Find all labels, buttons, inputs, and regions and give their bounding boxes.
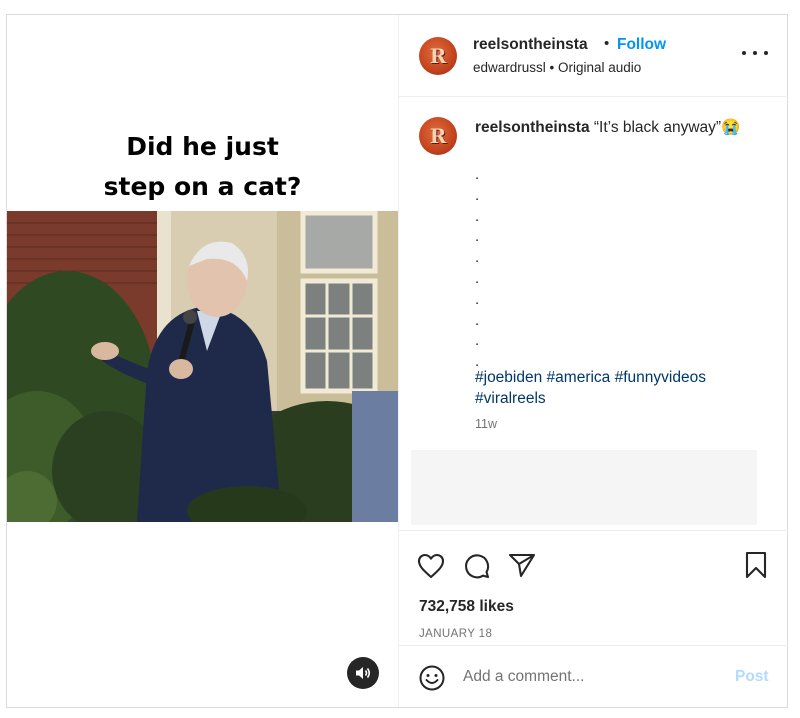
- caption-dot-line: .: [475, 311, 480, 329]
- post-date[interactable]: JANUARY 18: [419, 628, 492, 640]
- video-frame[interactable]: [7, 211, 398, 522]
- post-comment-button[interactable]: Post: [735, 668, 769, 686]
- caption-author-avatar[interactable]: R: [419, 117, 457, 155]
- speaker-icon: [356, 667, 371, 679]
- reel-media[interactable]: Did he just step on a cat?: [7, 15, 398, 707]
- caption-text-block: reelsontheinsta “It’s black anyway”😭: [475, 117, 765, 138]
- post-caption: R reelsontheinsta “It’s black anyway”😭 .…: [399, 97, 788, 437]
- hashtag-link[interactable]: #viralreels: [475, 390, 546, 407]
- comment-icon[interactable]: [463, 552, 491, 580]
- author-username[interactable]: reelsontheinsta: [473, 36, 588, 54]
- caption-dot-line: .: [475, 228, 480, 246]
- caption-dot-line: .: [475, 166, 480, 183]
- caption-author-username[interactable]: reelsontheinsta: [475, 119, 590, 136]
- more-horizontal-icon: [742, 51, 746, 55]
- heart-icon[interactable]: [417, 553, 445, 579]
- caption-hashtags: #joebiden #america #funnyvideos #viralre…: [475, 367, 765, 409]
- avatar-letter: R: [429, 124, 447, 148]
- hashtag-link[interactable]: #america: [547, 369, 611, 386]
- caption-dot-line: .: [475, 290, 480, 308]
- post-header: R reelsontheinsta • Follow edwardrussl •…: [399, 15, 788, 97]
- video-still-image: [7, 211, 398, 522]
- caption-line-2: step on a cat?: [103, 172, 302, 201]
- caption-text: “It’s black anyway”😭: [593, 119, 741, 136]
- header-separator: •: [604, 35, 610, 52]
- likes-count[interactable]: 732,758 likes: [419, 598, 514, 616]
- caption-line-1: Did he just: [126, 132, 279, 161]
- caption-timestamp[interactable]: 11w: [475, 417, 497, 431]
- add-comment-bar: Post: [399, 645, 788, 707]
- author-avatar[interactable]: R: [419, 37, 457, 75]
- hashtag-link[interactable]: #funnyvideos: [615, 369, 706, 386]
- more-options-button[interactable]: [742, 43, 768, 63]
- post-dialog: Did he just step on a cat? R reelsonthei…: [6, 14, 788, 708]
- caption-dot-line: .: [475, 269, 480, 287]
- bookmark-icon[interactable]: [744, 551, 768, 579]
- caption-dot-line: .: [475, 207, 480, 225]
- comments-loading-placeholder: [411, 450, 757, 525]
- video-caption-overlay: Did he just step on a cat?: [7, 127, 398, 207]
- sound-toggle-button[interactable]: [347, 657, 379, 689]
- hashtag-link[interactable]: #joebiden: [475, 369, 542, 386]
- caption-dot-line: .: [475, 186, 480, 204]
- caption-dot-line: .: [475, 249, 480, 267]
- comment-input[interactable]: [463, 664, 713, 690]
- paper-plane-icon[interactable]: [508, 552, 536, 578]
- audio-attribution[interactable]: edwardrussl • Original audio: [473, 60, 641, 75]
- caption-dots: ..........: [475, 165, 479, 373]
- follow-button[interactable]: Follow: [617, 36, 666, 54]
- caption-dot-line: .: [475, 332, 480, 350]
- avatar-letter: R: [429, 44, 447, 68]
- post-details-panel: R reelsontheinsta • Follow edwardrussl •…: [398, 15, 788, 707]
- smiley-icon[interactable]: [419, 665, 445, 691]
